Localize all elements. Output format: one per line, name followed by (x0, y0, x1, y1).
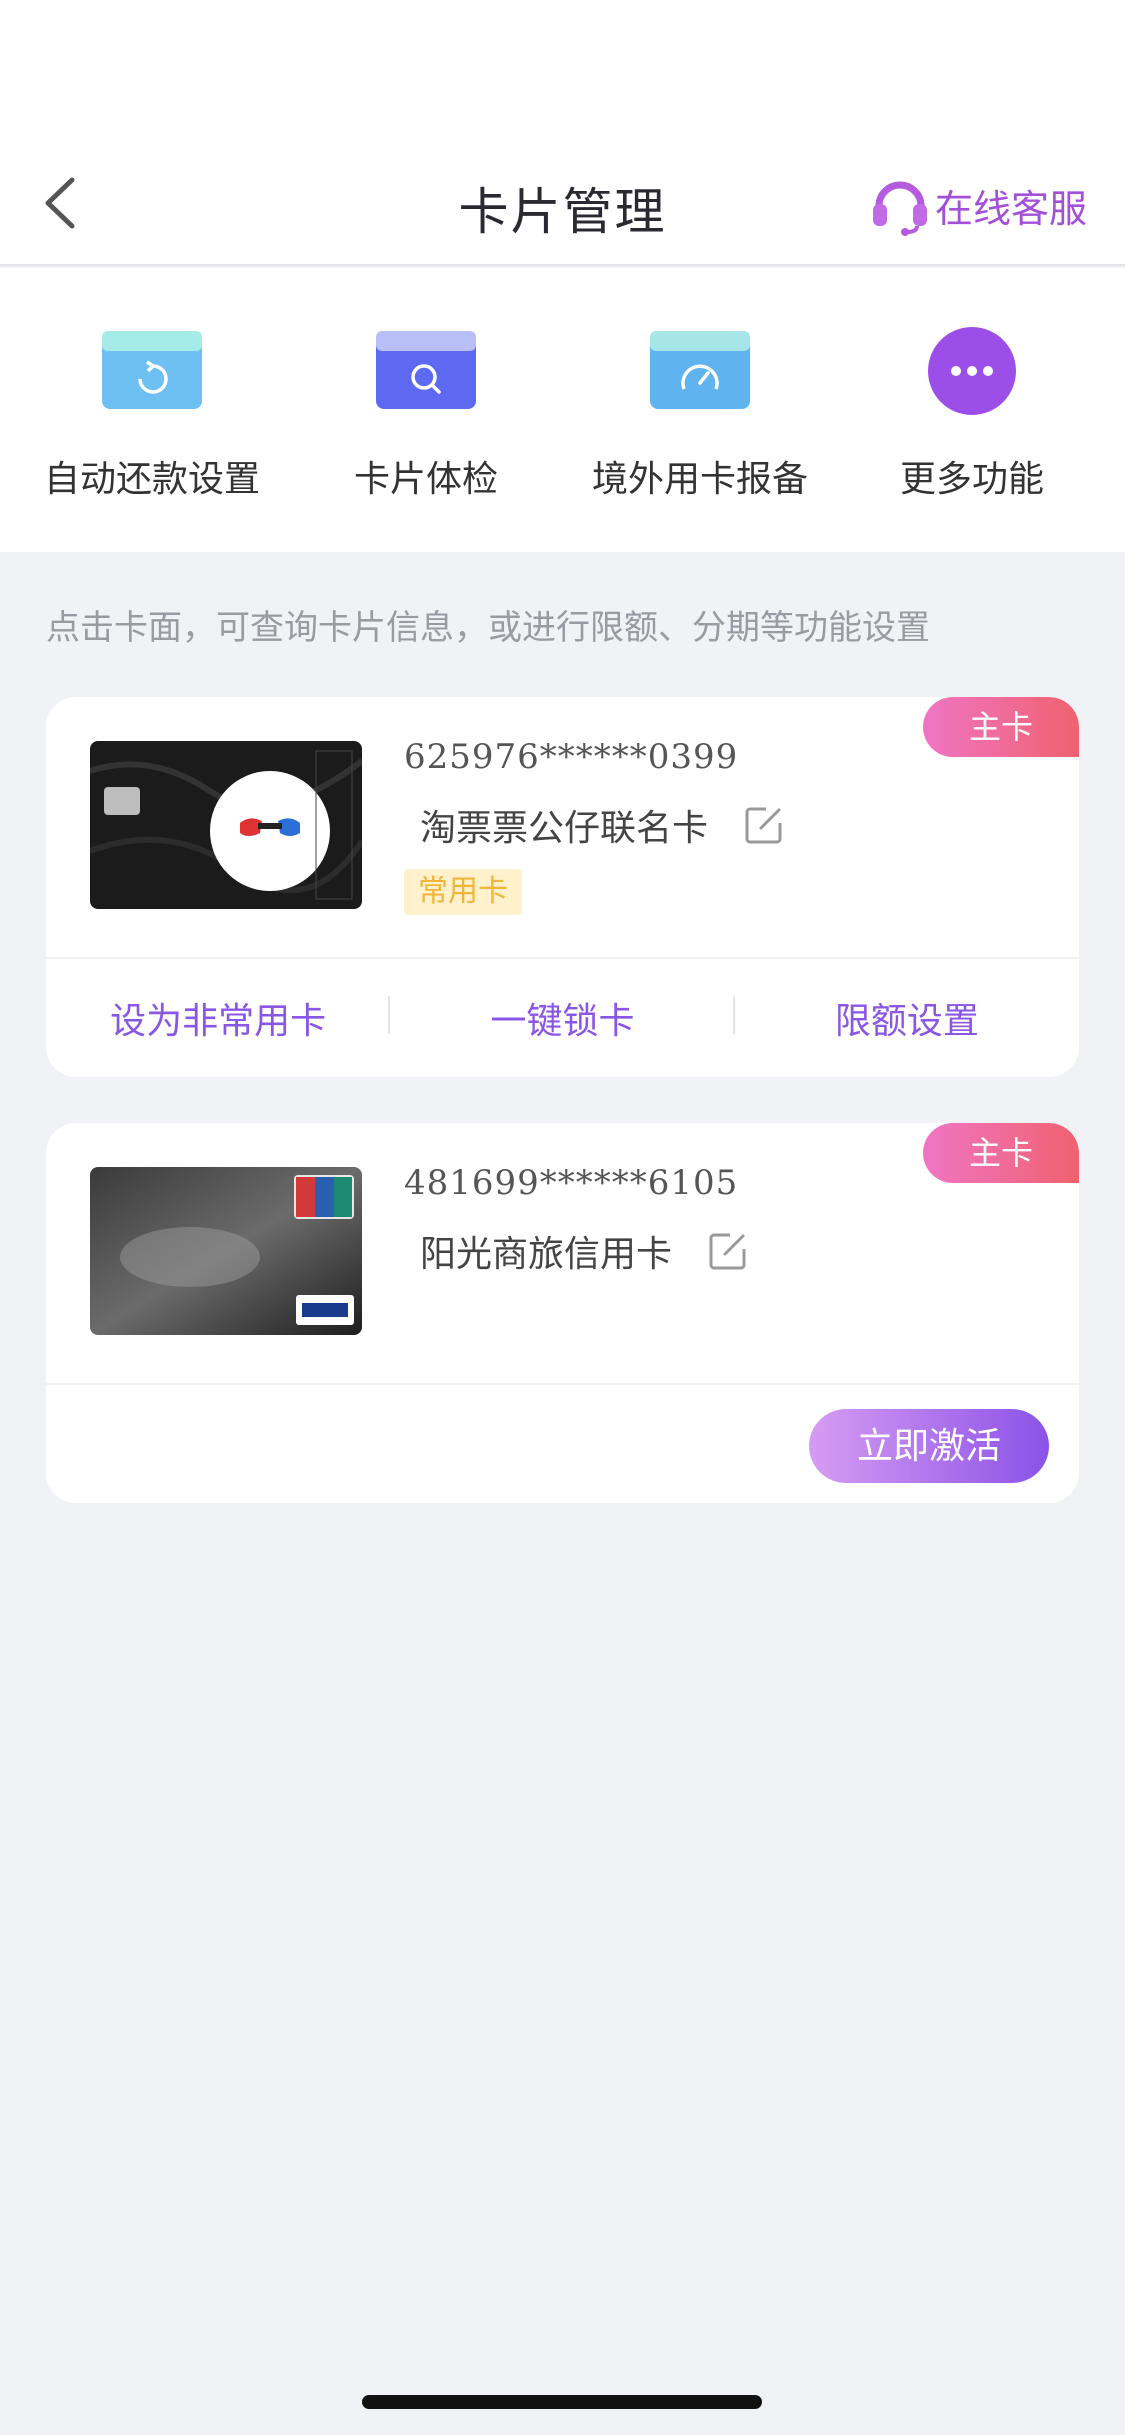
primary-card-badge: 主卡 (923, 1123, 1079, 1183)
quick-action-card-checkup[interactable]: 卡片体检 (286, 326, 566, 502)
card-face-image[interactable] (90, 1167, 362, 1335)
navigation-bar: 卡片管理 在线客服 (0, 150, 1125, 266)
headset-icon (872, 181, 927, 236)
quick-action-label: 更多功能 (899, 459, 1044, 500)
card-action-bar: 立即激活 (46, 1383, 1079, 1503)
quick-action-overseas-report[interactable]: 境外用卡报备 (560, 326, 840, 502)
edit-icon[interactable] (744, 805, 784, 845)
card-name: 淘票票公仔联名卡 (420, 808, 709, 849)
quick-action-label: 境外用卡报备 (591, 459, 808, 500)
card-checkup-icon (376, 331, 476, 409)
card-face-image[interactable] (90, 741, 362, 909)
card-number: 481699******6105 (404, 1163, 739, 1203)
quick-actions-bar: 自动还款设置 卡片体检 境外用卡报备 更多功能 (0, 268, 1125, 552)
online-service-button[interactable]: 在线客服 (871, 170, 1087, 240)
credit-card-item[interactable]: 主卡 481699******6105 阳光商旅信用卡 立即激活 (46, 1123, 1079, 1503)
online-service-label: 在线客服 (934, 186, 1087, 231)
activate-button[interactable]: 立即激活 (809, 1409, 1049, 1483)
quick-action-auto-repay[interactable]: 自动还款设置 (12, 326, 292, 502)
set-uncommon-button[interactable]: 设为非常用卡 (46, 992, 391, 1044)
edit-icon[interactable] (708, 1231, 748, 1271)
card-name: 阳光商旅信用卡 (420, 1234, 673, 1275)
common-card-tag: 常用卡 (404, 869, 522, 915)
home-indicator[interactable] (362, 2395, 762, 2409)
more-icon (928, 327, 1016, 415)
card-number: 625976******0399 (404, 737, 739, 777)
limit-settings-button[interactable]: 限额设置 (735, 992, 1079, 1044)
credit-card-item[interactable]: 主卡 625976******0399 淘票票公仔联名卡 常用卡 设为非常用卡 … (46, 697, 1079, 1077)
status-bar (0, 0, 1125, 150)
quick-action-label: 自动还款设置 (43, 459, 260, 500)
card-action-bar: 设为非常用卡 一键锁卡 限额设置 (46, 957, 1079, 1077)
quick-action-more[interactable]: 更多功能 (832, 326, 1112, 502)
card-name-row: 淘票票公仔联名卡 (420, 799, 784, 851)
card-name-row: 阳光商旅信用卡 (420, 1225, 748, 1277)
primary-card-badge: 主卡 (923, 697, 1079, 757)
overseas-report-icon (650, 331, 750, 409)
auto-repay-icon (102, 331, 202, 409)
quick-action-label: 卡片体检 (353, 459, 498, 500)
hint-text: 点击卡面，可查询卡片信息，或进行限额、分期等功能设置 (46, 608, 930, 648)
lock-card-button[interactable]: 一键锁卡 (390, 992, 735, 1044)
